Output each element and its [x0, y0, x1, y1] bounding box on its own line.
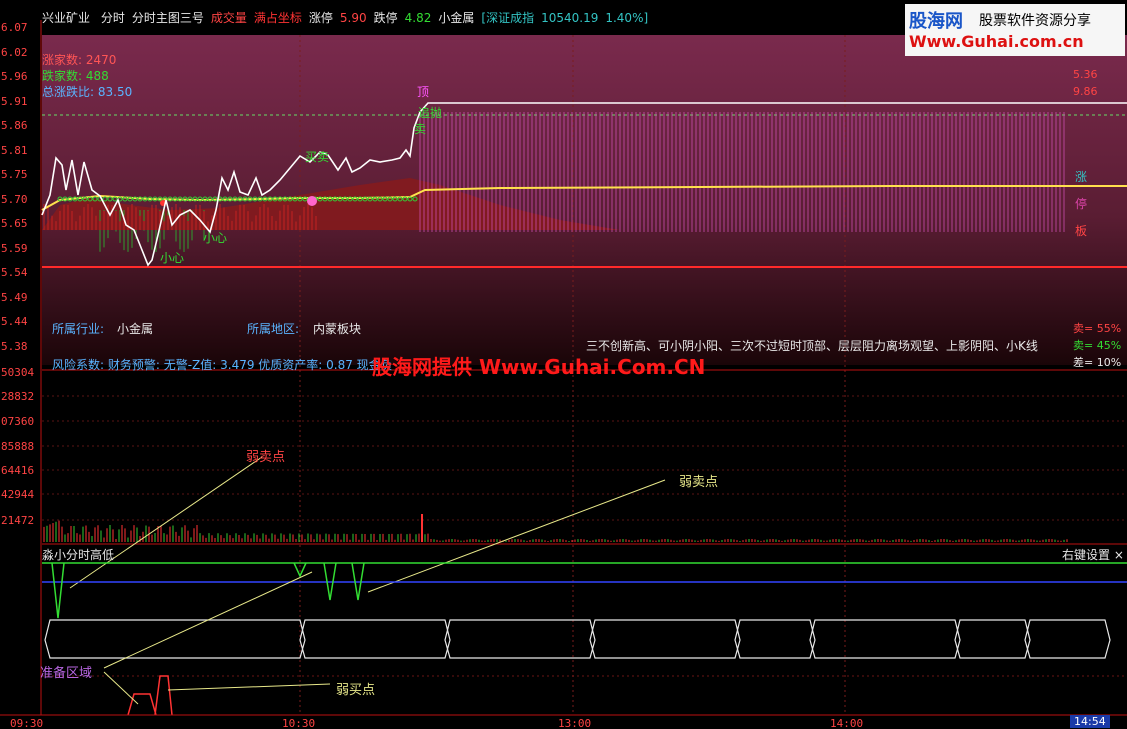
volume-tick-4: 64416 — [1, 464, 34, 477]
header-item-9[interactable]: [深证成指 — [481, 11, 534, 25]
region-value: 内蒙板块 — [313, 322, 362, 336]
limit-up-char-3: 板 — [1075, 224, 1088, 238]
header-bar: 兴业矿业 分时 分时主图三号 成交量 满占坐标 涨停 5.90 跌停 4.82 小金属 [深证成指… — [42, 9, 662, 26]
volume-tick-5: 42944 — [1, 488, 34, 501]
axis-bg — [0, 0, 41, 729]
volume-tick-2: 07360 — [1, 415, 34, 428]
logo-subtitle: 股票软件资源分享 — [979, 13, 1091, 29]
limit-up-char-1: 涨 — [1075, 170, 1088, 184]
indicator-spike-0 — [51, 562, 65, 619]
pointer-line-4 — [103, 671, 139, 705]
sell-marker: 卖 — [414, 122, 427, 136]
stat-row-0: 涨家数: 2470 — [42, 53, 117, 67]
header-item-5[interactable]: 5.90 — [340, 11, 367, 25]
hexagon-7 — [1024, 619, 1111, 659]
time-tick-2: 13:00 — [558, 717, 591, 729]
header-item-4[interactable]: 涨停 — [309, 11, 333, 25]
stat-row-2: 总涨跌比: 83.50 — [42, 85, 133, 99]
buy-sell-marker: 买卖 — [305, 150, 330, 164]
top-marker: 顶 — [417, 85, 430, 99]
market-breadth-stats: 涨家数: 2470 跌家数: 488 总涨跌比: 83.50 — [42, 52, 132, 100]
current-time-badge: 14:54 — [1070, 715, 1110, 728]
weak-sell-label-2: 弱卖点 — [679, 475, 719, 490]
hexagon-0 — [44, 619, 306, 659]
prepare-zone-shape-2 — [154, 675, 173, 716]
header-item-8[interactable]: 小金属 — [438, 11, 474, 25]
price-tick-13: 5.38 — [1, 340, 28, 353]
hexagon-1 — [299, 619, 451, 659]
careful-marker-2: 小心 — [160, 251, 185, 265]
header-item-0[interactable]: 分时 — [101, 11, 125, 25]
sell-ratio: 卖= 55% — [1073, 322, 1122, 335]
header-item-3[interactable]: 满占坐标 — [254, 11, 302, 25]
price-tick-3: 5.91 — [1, 95, 28, 108]
indicator-spike-1 — [293, 562, 307, 578]
price-tick-11: 5.49 — [1, 291, 28, 304]
price-tick-7: 5.70 — [1, 193, 28, 206]
careful-marker-1: 小心 — [203, 231, 228, 245]
time-tick-3: 14:00 — [830, 717, 863, 729]
header-item-6[interactable]: 跌停 — [374, 11, 398, 25]
limit-up-char-2: 停 — [1075, 197, 1088, 211]
right-value-1: 5.36 — [1073, 68, 1098, 81]
weak-sell-label-1: 弱卖点 — [246, 450, 286, 465]
chase-sell-marker: 追抛 — [418, 106, 443, 120]
pointer-line-1 — [69, 456, 263, 589]
time-tick-0: 09:30 — [10, 717, 43, 729]
header-item-7[interactable]: 4.82 — [405, 11, 432, 25]
hexagon-3 — [589, 619, 741, 659]
header-item-2[interactable]: 成交量 — [211, 11, 247, 25]
price-tick-5: 5.81 — [1, 144, 28, 157]
price-tick-2: 5.96 — [1, 70, 28, 83]
time-tick-1: 10:30 — [282, 717, 315, 729]
pink-marker — [307, 196, 317, 206]
header-item-11[interactable]: 1.40%] — [605, 11, 648, 25]
pointer-line-5 — [167, 683, 331, 691]
indicator-settings-button[interactable]: 右键设置 × — [1062, 546, 1124, 563]
stat-row-1: 跌家数: 488 — [42, 69, 109, 83]
pointer-line-2 — [367, 479, 666, 593]
volume-tick-3: 85888 — [1, 440, 34, 453]
hexagon-5 — [809, 619, 961, 659]
diff-ratio: 差= 10% — [1073, 356, 1122, 369]
prepare-zone-shape-1 — [127, 693, 157, 716]
header-item-1[interactable]: 分时主图三号 — [132, 11, 204, 25]
stock-name[interactable]: 兴业矿业 — [42, 11, 90, 25]
price-tick-12: 5.44 — [1, 315, 28, 328]
industry-label: 所属行业: — [52, 322, 105, 336]
volume-tick-0: 50304 — [1, 366, 34, 379]
price-tick-6: 5.75 — [1, 168, 28, 181]
sell-ratio-2: 卖= 45% — [1073, 339, 1122, 352]
price-tick-0: 6.07 — [1, 21, 28, 34]
price-tick-1: 6.02 — [1, 46, 28, 59]
hexagon-6 — [954, 619, 1031, 659]
right-value-2: 9.86 — [1073, 85, 1098, 98]
industry-value: 小金属 — [117, 322, 154, 336]
price-tick-8: 5.65 — [1, 217, 28, 230]
volume-tick-6: 21472 — [1, 514, 34, 527]
site-logo: 股海网 股票软件资源分享 Www.Guhai.com.cn — [905, 4, 1125, 56]
logo-title: 股海网 — [909, 11, 963, 32]
indicator-title[interactable]: 淼小分时高低 — [42, 546, 114, 563]
price-tick-10: 5.54 — [1, 266, 28, 279]
price-tick-4: 5.86 — [1, 119, 28, 132]
hexagon-4 — [734, 619, 816, 659]
volume-tick-1: 28832 — [1, 390, 34, 403]
logo-url: Www.Guhai.com.cn — [909, 32, 1084, 51]
header-item-10[interactable]: 10540.19 — [541, 11, 598, 25]
prepare-zone-label: 准备区域 — [40, 666, 93, 681]
risk-info: 风险系数: 财务预警: 无警-Z值: 3.479 优质资产率: 0.87 现金负 — [52, 358, 393, 372]
watermark: 股海网提供 Www.Guhai.Com.CN — [372, 355, 706, 379]
weak-buy-label: 弱买点 — [336, 683, 376, 698]
region-label: 所属地区: — [247, 322, 300, 336]
price-tick-9: 5.59 — [1, 242, 28, 255]
